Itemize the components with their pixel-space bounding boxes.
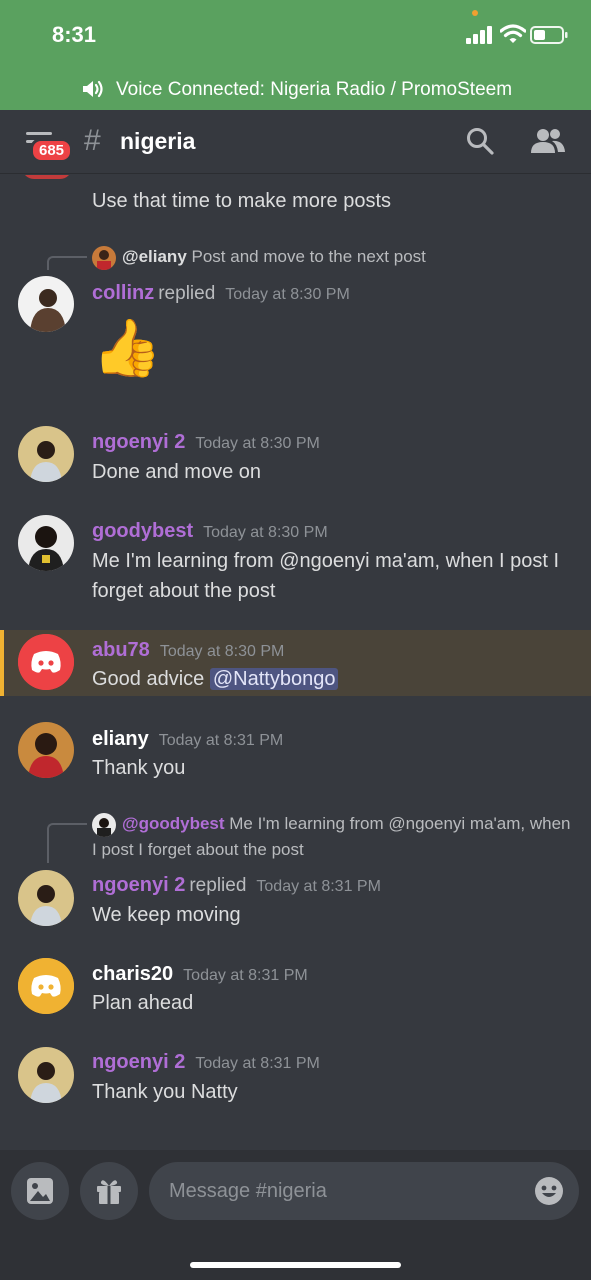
message-text-part: Good advice: [92, 668, 210, 690]
avatar[interactable]: [18, 958, 74, 1014]
reply-connector: [47, 823, 87, 863]
message-author[interactable]: ngoenyi 2 Today at 8:31 PM: [92, 1051, 320, 1074]
search-icon[interactable]: [466, 127, 494, 155]
message-author[interactable]: abu78 Today at 8:30 PM: [92, 639, 284, 662]
timestamp: Today at 8:31 PM: [256, 878, 381, 895]
avatar[interactable]: [18, 634, 74, 690]
channel-hash-icon: #: [84, 124, 101, 157]
reply-text: Post and move to the next post: [191, 247, 426, 266]
message-author[interactable]: collinz replied Today at 8:30 PM: [92, 282, 350, 305]
emoji-icon[interactable]: [534, 1176, 564, 1206]
reply-preview[interactable]: @eliany Post and move to the next post: [92, 244, 572, 270]
channel-header: 685 # nigeria: [0, 110, 591, 174]
message-text: Good advice @Nattybongo: [92, 664, 562, 694]
message-text: Thank you Natty: [92, 1081, 238, 1103]
username[interactable]: ngoenyi 2: [92, 1051, 185, 1073]
message-author[interactable]: goodybest Today at 8:30 PM: [92, 520, 328, 543]
message-author[interactable]: eliany Today at 8:31 PM: [92, 728, 283, 751]
replied-label: replied: [158, 283, 216, 304]
timestamp: Today at 8:31 PM: [158, 732, 284, 749]
message-author[interactable]: ngoenyi 2 replied Today at 8:31 PM: [92, 874, 381, 897]
message-text: Plan ahead: [92, 992, 194, 1014]
home-indicator[interactable]: [190, 1262, 401, 1268]
reply-username[interactable]: @goodybest: [122, 814, 225, 833]
timestamp: Today at 8:30 PM: [203, 524, 328, 541]
message-text: Thank you: [92, 757, 186, 779]
discord-logo-icon: [18, 634, 74, 690]
reply-preview[interactable]: @goodybest Me I'm learning from @ngoenyi…: [92, 811, 572, 863]
replied-label: replied: [189, 875, 247, 896]
reply-username[interactable]: @eliany: [122, 247, 187, 266]
message-author[interactable]: ngoenyi 2 Today at 8:30 PM: [92, 431, 320, 454]
gift-button[interactable]: [80, 1162, 138, 1220]
avatar[interactable]: [18, 870, 74, 926]
gift-icon: [97, 1180, 121, 1204]
members-icon[interactable]: [530, 128, 566, 154]
timestamp: Today at 8:31 PM: [183, 967, 308, 984]
avatar: [22, 175, 72, 179]
username[interactable]: collinz: [92, 282, 154, 304]
status-time: 8:31: [52, 22, 97, 47]
message-feed[interactable]: Use that time to make more posts @eliany…: [0, 175, 591, 1150]
username[interactable]: ngoenyi 2: [92, 431, 185, 453]
user-mention[interactable]: @Nattybongo: [209, 668, 339, 690]
channel-name[interactable]: nigeria: [120, 128, 195, 155]
signal-icon: [466, 26, 492, 44]
reply-avatar: [92, 245, 116, 270]
avatar[interactable]: [18, 722, 74, 778]
message-text: We keep moving: [92, 904, 241, 926]
discord-logo-icon: [18, 958, 74, 1014]
battery-icon: [530, 26, 568, 44]
avatar[interactable]: [18, 276, 74, 332]
avatar[interactable]: [18, 1047, 74, 1103]
username[interactable]: ngoenyi 2: [92, 874, 185, 896]
username[interactable]: goodybest: [92, 520, 193, 542]
username[interactable]: charis20: [92, 963, 173, 985]
username[interactable]: abu78: [92, 639, 150, 661]
avatar[interactable]: [18, 515, 74, 571]
wifi-icon: [500, 24, 526, 43]
timestamp: Today at 8:30 PM: [159, 643, 285, 660]
thumbs-up-emoji: 👍: [92, 316, 162, 379]
timestamp: Today at 8:30 PM: [225, 286, 350, 303]
attach-image-button[interactable]: [11, 1162, 69, 1220]
message-text: Use that time to make more posts: [92, 190, 392, 212]
message-text: Done and move on: [92, 461, 262, 483]
message-text: Me I'm learning from @ngoenyi ma'am, whe…: [92, 550, 560, 602]
message-input[interactable]: [169, 1176, 519, 1206]
reply-connector: [47, 256, 87, 270]
privacy-indicator: [472, 10, 478, 16]
image-icon: [27, 1178, 53, 1204]
voice-connected-bar[interactable]: Voice Connected: Nigeria Radio / PromoSt…: [0, 70, 591, 110]
status-bar: 8:31: [0, 0, 591, 70]
message-author[interactable]: charis20 Today at 8:31 PM: [92, 963, 308, 986]
message-composer: [0, 1150, 591, 1280]
voice-connected-text: Voice Connected: Nigeria Radio / PromoSt…: [116, 79, 513, 100]
message-input-container[interactable]: [149, 1162, 579, 1220]
username[interactable]: eliany: [92, 728, 149, 750]
avatar[interactable]: [18, 426, 74, 482]
reply-avatar: [92, 812, 116, 837]
speaker-icon: [83, 80, 103, 98]
timestamp: Today at 8:30 PM: [195, 435, 320, 452]
timestamp: Today at 8:31 PM: [195, 1055, 320, 1072]
unread-badge: 685: [30, 138, 74, 163]
